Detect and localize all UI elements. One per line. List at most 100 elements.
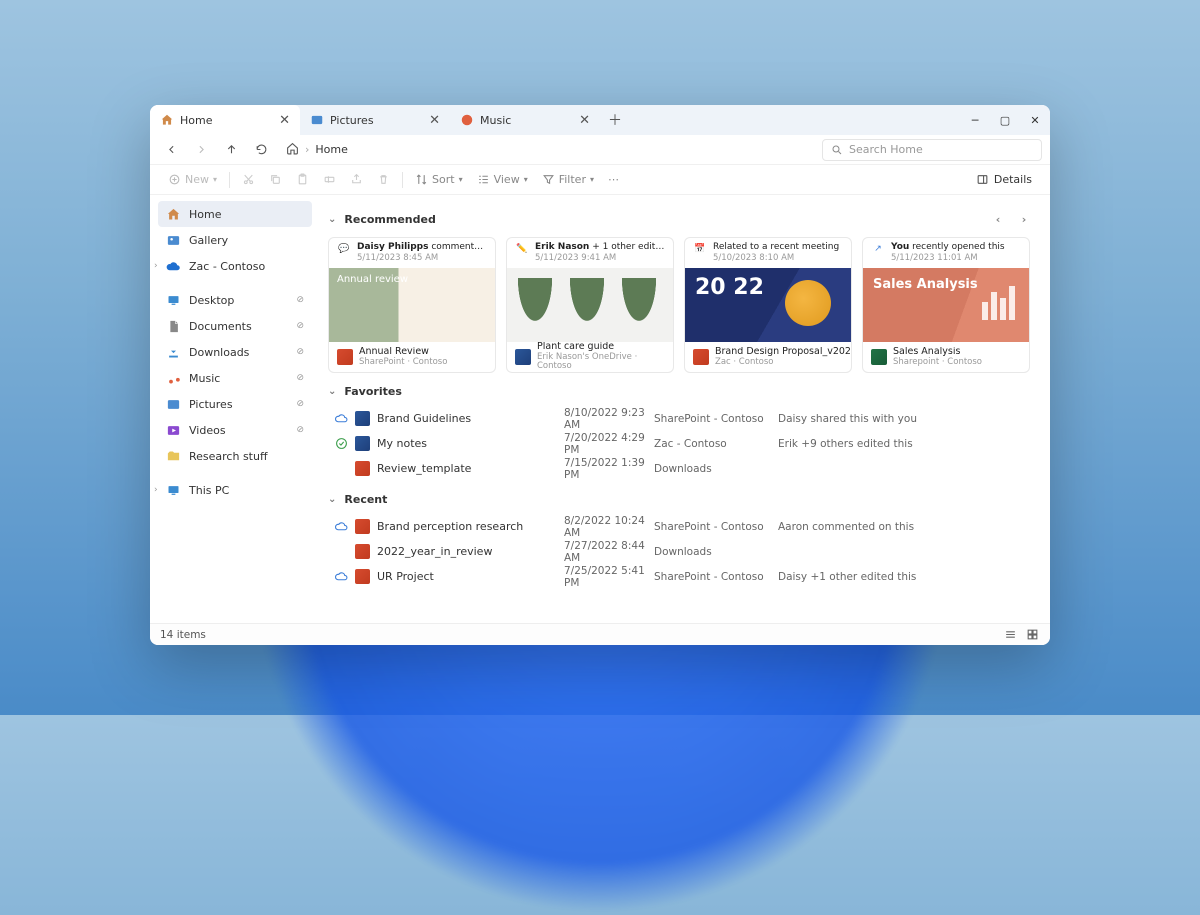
filter-button[interactable]: Filter▾: [536, 169, 600, 191]
sidebar-item-research-stuff[interactable]: Research stuff: [158, 443, 312, 469]
copy-button[interactable]: [263, 169, 288, 191]
file-row[interactable]: Review_template 7/15/2022 1:39 PM Downlo…: [328, 456, 1034, 481]
refresh-button[interactable]: [248, 138, 274, 162]
section-header[interactable]: ⌄ Recent: [328, 493, 1034, 506]
chevron-right-icon: ›: [154, 261, 158, 271]
tab-pictures[interactable]: Pictures ✕: [300, 105, 450, 135]
activity-icon: 📅: [693, 242, 707, 256]
window-controls: ─ ▢ ✕: [960, 105, 1050, 135]
sidebar-item-documents[interactable]: Documents ⊘: [158, 313, 312, 339]
scroll-right-button[interactable]: ›: [1014, 209, 1034, 229]
sidebar-item-thispc[interactable]: ›This PC: [158, 477, 312, 503]
sidebar-item-pictures[interactable]: Pictures ⊘: [158, 391, 312, 417]
close-icon[interactable]: ✕: [279, 113, 290, 128]
section-header[interactable]: ⌄ Recommended ‹ ›: [328, 209, 1034, 229]
file-row[interactable]: 2022_year_in_review 7/27/2022 8:44 AM Do…: [328, 539, 1034, 564]
sidebar: Home Gallery ›Zac - Contoso Desktop ⊘ Do…: [150, 195, 320, 623]
file-activity: Aaron commented on this: [778, 521, 1034, 533]
toolbar: New▾ Sort▾ View▾ Filter▾ ⋯ Details: [150, 165, 1050, 195]
section-recommended: ⌄ Recommended ‹ › 💬 Daisy Philipps comme…: [328, 209, 1034, 373]
recommended-card[interactable]: ✏️ Erik Nason + 1 other edited this5/11/…: [506, 237, 674, 373]
close-icon[interactable]: ✕: [579, 113, 590, 128]
ppt-icon: [355, 569, 370, 584]
view-button[interactable]: View▾: [471, 169, 534, 191]
tab-music[interactable]: Music ✕: [450, 105, 600, 135]
file-row[interactable]: Brand Guidelines 8/10/2022 9:23 AM Share…: [328, 406, 1034, 431]
sidebar-item-desktop[interactable]: Desktop ⊘: [158, 287, 312, 313]
rename-button[interactable]: [317, 169, 342, 191]
share-button[interactable]: [344, 169, 369, 191]
file-name: UR Project: [377, 570, 434, 583]
up-button[interactable]: [218, 138, 244, 162]
folder-icon: [166, 319, 181, 334]
paste-button[interactable]: [290, 169, 315, 191]
sync-status-icon: [334, 520, 348, 534]
file-date: 7/20/2022 4:29 PM: [564, 432, 654, 456]
explorer-window: Home ✕ Pictures ✕ Music ✕ ＋ ─ ▢ ✕ › Home: [150, 105, 1050, 645]
titlebar: Home ✕ Pictures ✕ Music ✕ ＋ ─ ▢ ✕: [150, 105, 1050, 135]
details-view-button[interactable]: [1002, 627, 1018, 643]
scroll-left-button[interactable]: ‹: [988, 209, 1008, 229]
minimize-button[interactable]: ─: [960, 105, 990, 135]
new-button[interactable]: New▾: [162, 169, 223, 191]
file-row[interactable]: My notes 7/20/2022 4:29 PM Zac - Contoso…: [328, 431, 1034, 456]
folder-icon: [166, 423, 181, 438]
address-bar[interactable]: › Home: [278, 142, 818, 158]
thumbnails-view-button[interactable]: [1024, 627, 1040, 643]
chevron-down-icon: ⌄: [328, 494, 336, 505]
sync-status-icon: [334, 545, 348, 559]
recommended-card[interactable]: ↗ You recently opened this5/11/2023 11:0…: [862, 237, 1030, 373]
search-input[interactable]: Search Home: [822, 139, 1042, 161]
sidebar-item-home[interactable]: Home: [158, 201, 312, 227]
cut-button[interactable]: [236, 169, 261, 191]
file-location: Downloads: [654, 463, 778, 475]
sidebar-item-gallery[interactable]: Gallery: [158, 227, 312, 253]
delete-button[interactable]: [371, 169, 396, 191]
home-icon: [160, 113, 174, 127]
chevron-down-icon: ⌄: [328, 386, 336, 397]
file-activity: Erik +9 others edited this: [778, 438, 1034, 450]
tab-home[interactable]: Home ✕: [150, 105, 300, 135]
recommended-card[interactable]: 💬 Daisy Philipps commented on...5/11/202…: [328, 237, 496, 373]
file-name: Brand perception research: [377, 520, 523, 533]
word-icon: [355, 436, 370, 451]
more-button[interactable]: ⋯: [602, 169, 625, 191]
item-count: 14 items: [160, 629, 206, 641]
content: ⌄ Recommended ‹ › 💬 Daisy Philipps comme…: [320, 195, 1050, 623]
sync-status-icon: [334, 570, 348, 584]
activity-icon: 💬: [337, 242, 351, 256]
file-row[interactable]: Brand perception research 8/2/2022 10:24…: [328, 514, 1034, 539]
recommended-card[interactable]: 📅 Related to a recent meeting5/10/2023 8…: [684, 237, 852, 373]
sidebar-item-onedrive[interactable]: ›Zac - Contoso: [158, 253, 312, 279]
sync-status-icon: [334, 437, 348, 451]
file-location: SharePoint - Contoso: [654, 571, 778, 583]
section-recent: ⌄ Recent Brand perception research 8/2/2…: [328, 493, 1034, 589]
activity-icon: ✏️: [515, 242, 529, 256]
details-pane-button[interactable]: Details: [970, 169, 1038, 191]
file-activity: Daisy shared this with you: [778, 413, 1034, 425]
sort-button[interactable]: Sort▾: [409, 169, 469, 191]
music-icon: [460, 113, 474, 127]
new-tab-button[interactable]: ＋: [600, 105, 630, 135]
back-button[interactable]: [158, 138, 184, 162]
status-bar: 14 items: [150, 623, 1050, 645]
pictures-icon: [310, 113, 324, 127]
close-icon[interactable]: ✕: [429, 113, 440, 128]
activity-icon: ↗: [871, 242, 885, 256]
sidebar-item-videos[interactable]: Videos ⊘: [158, 417, 312, 443]
forward-button[interactable]: [188, 138, 214, 162]
navbar: › Home Search Home: [150, 135, 1050, 165]
maximize-button[interactable]: ▢: [990, 105, 1020, 135]
word-icon: [355, 411, 370, 426]
gallery-icon: [166, 233, 181, 248]
file-location: SharePoint - Contoso: [654, 413, 778, 425]
section-favorites: ⌄ Favorites Brand Guidelines 8/10/2022 9…: [328, 385, 1034, 481]
close-window-button[interactable]: ✕: [1020, 105, 1050, 135]
section-header[interactable]: ⌄ Favorites: [328, 385, 1034, 398]
sidebar-item-downloads[interactable]: Downloads ⊘: [158, 339, 312, 365]
sidebar-item-music[interactable]: Music ⊘: [158, 365, 312, 391]
search-placeholder: Search Home: [849, 143, 923, 156]
file-name: 2022_year_in_review: [377, 545, 492, 558]
file-row[interactable]: UR Project 7/25/2022 5:41 PM SharePoint …: [328, 564, 1034, 589]
file-date: 8/2/2022 10:24 AM: [564, 515, 654, 539]
